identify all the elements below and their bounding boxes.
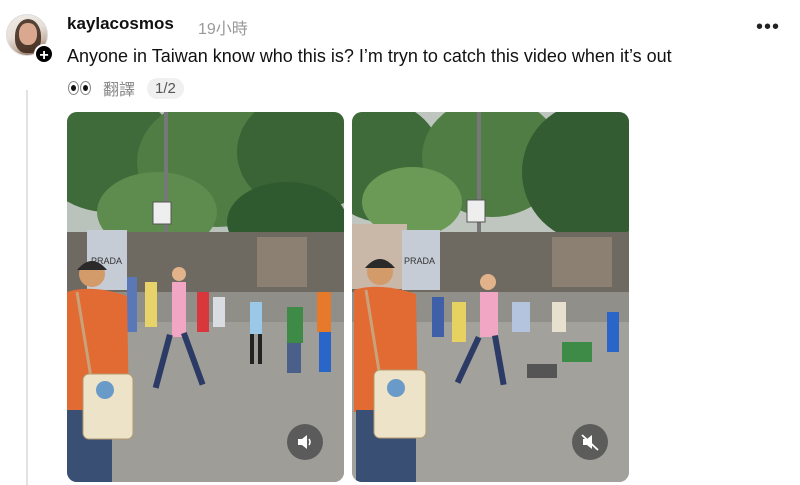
post-meta-row: 翻譯 1/2 — [68, 77, 184, 99]
translate-link[interactable]: 翻譯 — [103, 76, 135, 100]
speaker-muted-icon — [581, 434, 599, 451]
svg-text:PRADA: PRADA — [404, 256, 435, 266]
eyes-emoji-icon — [68, 81, 91, 95]
username-link[interactable]: kaylacosmos — [67, 14, 174, 34]
follow-plus-icon[interactable]: + — [34, 44, 54, 64]
more-options-button[interactable]: ••• — [756, 16, 780, 39]
unmute-toggle-button[interactable] — [287, 424, 323, 460]
post-timestamp: 19小時 — [198, 21, 248, 38]
mute-toggle-button[interactable] — [572, 424, 608, 460]
video-thumbnail-1[interactable]: PRADA — [67, 112, 344, 482]
video-thumbnail-2[interactable]: PRADA — [352, 112, 629, 482]
media-page-indicator: 1/2 — [147, 77, 184, 99]
author-avatar-group[interactable]: + — [6, 14, 54, 64]
post-caption: Anyone in Taiwan know who this is? I’m t… — [67, 46, 672, 66]
thread-line — [26, 90, 28, 485]
avatar-face — [19, 23, 37, 45]
speaker-icon — [298, 435, 311, 449]
